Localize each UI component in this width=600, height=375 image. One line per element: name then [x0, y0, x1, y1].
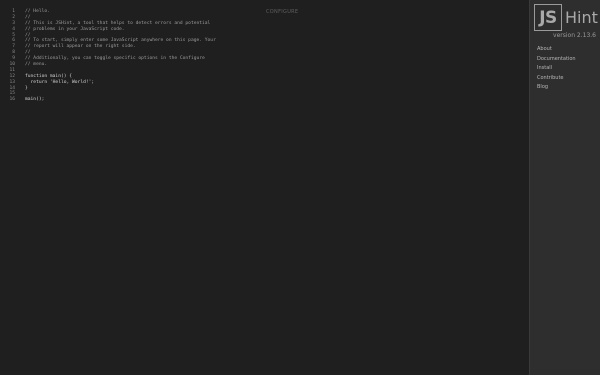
line-number: 16	[9, 97, 15, 103]
version-label: version 2.13.6	[553, 32, 596, 39]
line-text[interactable]: main();	[25, 97, 44, 103]
sidebar: JS Hint version 2.13.6 About Documentatio…	[529, 0, 600, 375]
code-editor[interactable]: 1// Hello. 2//3// This is JSHint, a tool …	[0, 9, 529, 103]
line-text[interactable]: // menu.	[25, 62, 47, 68]
line-text[interactable]: return 'Hello, World!';	[25, 80, 95, 86]
nav-contribute-link[interactable]: Contribute	[537, 74, 576, 84]
logo-hint-text: Hint	[565, 8, 598, 27]
nav-blog-link[interactable]: Blog	[537, 83, 576, 93]
line-text[interactable]: // problems in your JavaScript code.	[25, 27, 125, 33]
code-line[interactable]: 16 main();	[0, 97, 529, 103]
nav-documentation-link[interactable]: Documentation	[537, 55, 576, 65]
nav-about-link[interactable]: About	[537, 45, 576, 55]
line-text[interactable]: // Additionally, you can toggle specific…	[25, 56, 205, 62]
line-text[interactable]: // report will appear on the right side.	[25, 44, 136, 50]
sidebar-nav: About Documentation Install Contribute Blog	[537, 45, 576, 93]
logo-js-mark: JS	[534, 4, 562, 31]
editor-pane[interactable]: CONFIGURE 1// Hello. 2//3// This is JSHin…	[0, 0, 529, 375]
jshint-logo[interactable]: JS Hint	[534, 4, 598, 31]
nav-install-link[interactable]: Install	[537, 64, 576, 74]
line-text[interactable]: }	[25, 86, 28, 92]
